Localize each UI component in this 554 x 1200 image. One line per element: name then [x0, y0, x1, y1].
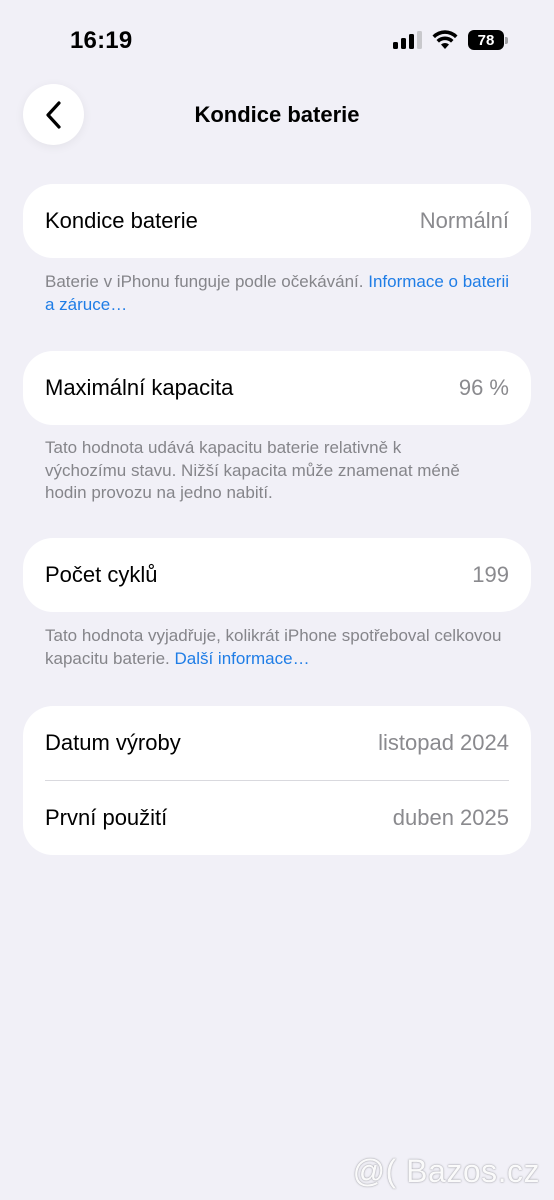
screen: 16:19 78 Kondice baterie Kondice baterie… — [0, 0, 554, 1200]
maximum-capacity-footnote: Tato hodnota udává kapacitu baterie rela… — [45, 438, 460, 502]
page-title: Kondice baterie — [194, 102, 360, 127]
manufacture-date-label: Datum výroby — [45, 730, 181, 755]
battery-health-value: Normální — [419, 208, 509, 233]
dates-card: Datum výroby listopad 2024 První použití… — [23, 706, 531, 855]
status-time: 16:19 — [70, 27, 133, 54]
watermark: @( Bazos.cz — [352, 1153, 540, 1189]
manufacture-date-value: listopad 2024 — [378, 730, 509, 755]
first-use-value: duben 2025 — [392, 805, 509, 830]
status-icons: 78 — [393, 30, 508, 50]
cycle-count-value: 199 — [472, 562, 509, 587]
battery-health-footnote-text: Baterie v iPhonu funguje podle očekávání… — [45, 272, 369, 291]
cycle-count-label: Počet cyklů — [45, 562, 158, 587]
manufacture-date-row: Datum výroby listopad 2024 — [23, 706, 531, 780]
battery-health-footnote: Baterie v iPhonu funguje podle očekávání… — [45, 271, 515, 316]
wifi-icon — [432, 30, 458, 49]
cellular-signal-icon — [393, 31, 422, 49]
more-info-link[interactable]: Další informace… — [174, 649, 309, 668]
cycle-count-footnote: Tato hodnota vyjadřuje, kolikrát iPhone … — [45, 625, 515, 670]
first-use-label: První použití — [45, 805, 168, 830]
battery-level: 78 — [468, 30, 504, 50]
maximum-capacity-card: Maximální kapacita 96 % — [23, 351, 531, 425]
first-use-row: První použití duben 2025 — [23, 781, 531, 855]
battery-health-row: Kondice baterie Normální — [23, 184, 531, 258]
battery-health-label: Kondice baterie — [45, 208, 198, 233]
maximum-capacity-row: Maximální kapacita 96 % — [23, 351, 531, 425]
cycle-count-card: Počet cyklů 199 — [23, 538, 531, 612]
battery-icon: 78 — [468, 30, 508, 50]
battery-health-card: Kondice baterie Normální — [23, 184, 531, 258]
maximum-capacity-value: 96 % — [458, 375, 509, 400]
cycle-count-row: Počet cyklů 199 — [23, 538, 531, 612]
maximum-capacity-label: Maximální kapacita — [45, 375, 234, 400]
